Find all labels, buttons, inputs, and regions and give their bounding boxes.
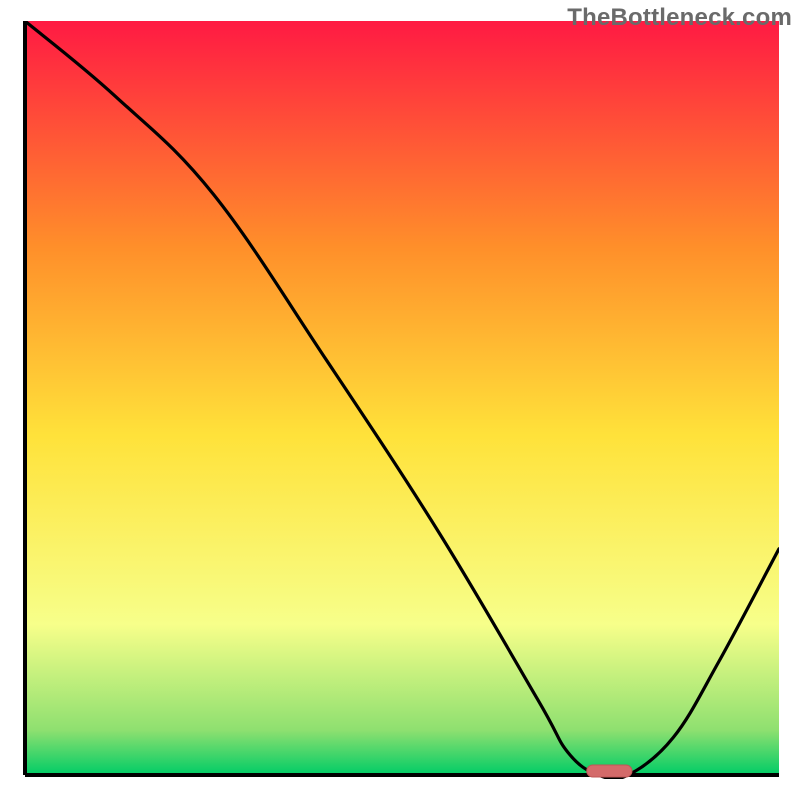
chart-container: TheBottleneck.com — [0, 0, 800, 800]
plot-area — [21, 21, 779, 779]
chart-svg — [21, 21, 779, 779]
watermark-text: TheBottleneck.com — [567, 4, 792, 32]
optimum-marker — [587, 765, 632, 777]
gradient-background — [25, 21, 779, 775]
